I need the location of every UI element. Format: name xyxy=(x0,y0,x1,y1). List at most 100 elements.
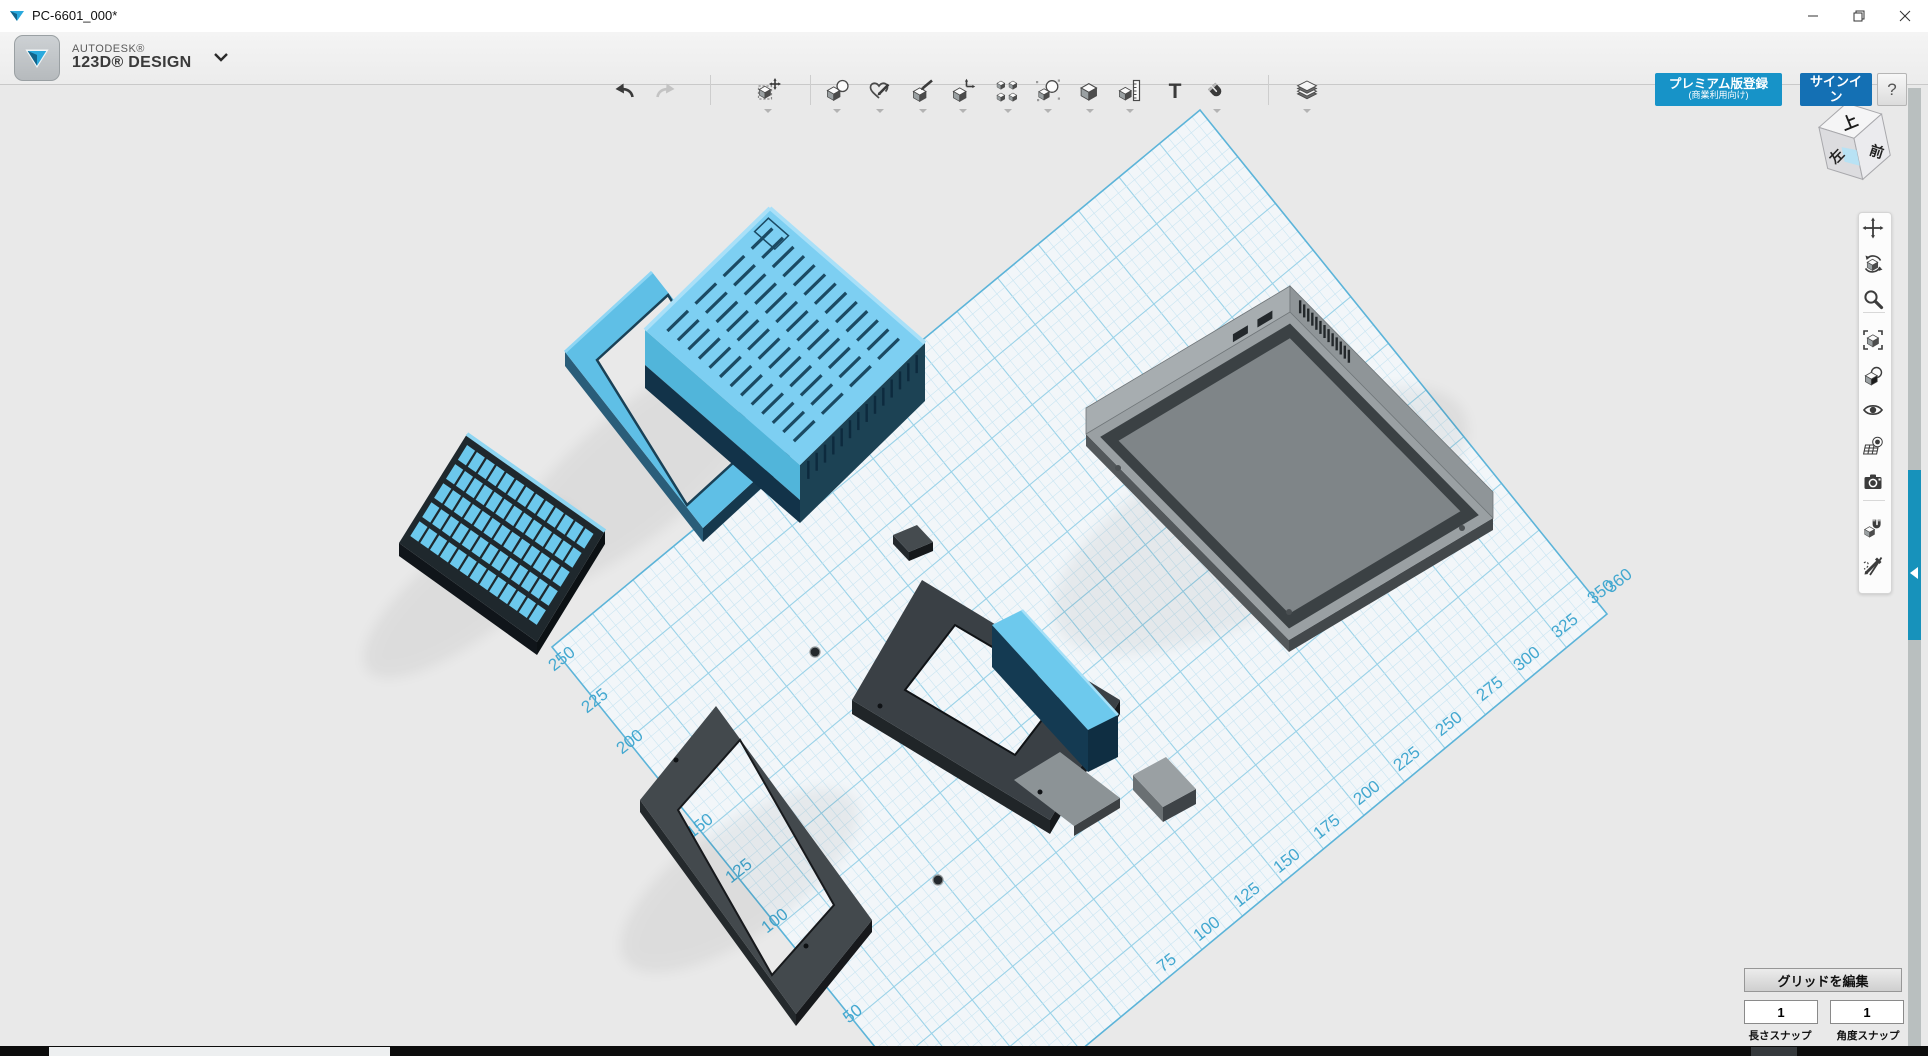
palette-divider xyxy=(1863,500,1885,501)
close-button[interactable] xyxy=(1882,0,1928,32)
help-button[interactable]: ? xyxy=(1877,73,1907,106)
restore-icon xyxy=(1853,10,1865,22)
viewport-canvas[interactable]: 2502252001751501251007550360350325300275… xyxy=(0,84,1928,1056)
taskbar[interactable] xyxy=(0,1046,1928,1056)
toolbar-tool-materials[interactable] xyxy=(1290,74,1324,108)
toolbar-tool-sketch[interactable] xyxy=(863,74,897,108)
toggle-sketch-icon xyxy=(1862,555,1884,577)
toolbar-tool-group-dropdown[interactable] xyxy=(1044,109,1052,113)
toolbar-divider xyxy=(1268,75,1269,105)
palette-tool-materials[interactable] xyxy=(1862,365,1886,389)
toolbar-tool-measure-dropdown[interactable] xyxy=(1126,109,1134,113)
orbit-icon xyxy=(1862,253,1884,275)
pattern-icon xyxy=(995,78,1021,104)
minimize-button[interactable] xyxy=(1790,0,1836,32)
right-panel-strip xyxy=(1908,88,1921,1046)
palette-tool-show-grid[interactable] xyxy=(1862,435,1886,459)
minimize-icon xyxy=(1807,10,1819,22)
toolbar-tool-construct[interactable] xyxy=(906,74,940,108)
toolbar-tool-snap[interactable] xyxy=(1200,74,1234,108)
toolbar-tool-materials-dropdown[interactable] xyxy=(1303,109,1311,113)
length-snap-input[interactable] xyxy=(1744,1000,1818,1024)
toolbar-tool-construct-dropdown[interactable] xyxy=(919,109,927,113)
edit-grid-button[interactable]: グリッドを編集 xyxy=(1744,968,1902,992)
palette-tool-show-hide[interactable] xyxy=(1862,399,1886,423)
materials-icon xyxy=(1862,365,1884,387)
toolbar-tool-combine[interactable] xyxy=(1073,74,1107,108)
toolbar-tool-undo[interactable] xyxy=(608,74,642,108)
palette-tool-toggle-sketch[interactable] xyxy=(1862,555,1886,579)
toolbar-tool-primitives[interactable] xyxy=(820,74,854,108)
toolbar-tool-pattern[interactable] xyxy=(991,74,1025,108)
premium-signup-button[interactable]: プレミアム版登録 (商業利用向け) xyxy=(1655,73,1782,106)
screenshot-icon xyxy=(1862,471,1884,493)
palette-tool-zoom[interactable] xyxy=(1862,288,1886,312)
palette-tool-pan[interactable] xyxy=(1862,217,1886,241)
premium-sublabel: (商業利用向け) xyxy=(1689,91,1749,101)
palette-tool-fit-view[interactable] xyxy=(1862,329,1886,353)
toolbar-tool-modify-dropdown[interactable] xyxy=(959,109,967,113)
show-hide-icon xyxy=(1862,399,1884,421)
length-snap-label: 長さスナップ xyxy=(1744,1028,1816,1043)
navigation-palette xyxy=(1858,212,1892,594)
scene-part-screw-rear[interactable] xyxy=(933,875,943,885)
toolbar-tool-primitives-dropdown[interactable] xyxy=(833,109,841,113)
signin-button[interactable]: サインイン xyxy=(1800,73,1872,106)
brand-line2: 123D® DESIGN xyxy=(72,55,191,72)
toolbar-tool-measure[interactable] xyxy=(1113,74,1147,108)
combine-icon xyxy=(1077,78,1103,104)
palette-tool-screenshot[interactable] xyxy=(1862,471,1886,495)
snap-icon xyxy=(1204,78,1230,104)
app-icon xyxy=(9,8,25,24)
svg-text:T: T xyxy=(1169,80,1182,103)
taskbar-search-segment[interactable] xyxy=(49,1047,390,1056)
measure-icon xyxy=(1117,78,1143,104)
zoom-icon xyxy=(1862,288,1884,310)
toolbar-tool-redo[interactable] xyxy=(648,74,682,108)
app-menu[interactable]: AUTODESK® 123D® DESIGN xyxy=(14,35,229,81)
chevron-down-icon xyxy=(213,52,229,64)
primitives-icon xyxy=(824,78,850,104)
main-toolbar: AUTODESK® 123D® DESIGN T プレミアム版登録 (商業利用向… xyxy=(0,32,1928,85)
redo-icon xyxy=(652,78,678,104)
window-title: PC-6601_000* xyxy=(32,8,117,23)
restore-button[interactable] xyxy=(1836,0,1882,32)
snap-icon xyxy=(1862,517,1884,539)
toolbar-tool-snap-dropdown[interactable] xyxy=(1213,109,1221,113)
angle-snap-label: 角度スナップ xyxy=(1832,1028,1904,1043)
toolbar-divider xyxy=(810,75,811,105)
transform-icon xyxy=(755,78,781,104)
toolbar-tool-combine-dropdown[interactable] xyxy=(1086,109,1094,113)
toolbar-tool-transform-dropdown[interactable] xyxy=(764,109,772,113)
app-window: PC-6601_000* AUTODESK® xyxy=(0,0,1928,1056)
palette-tool-orbit[interactable] xyxy=(1862,253,1886,277)
close-icon xyxy=(1899,10,1911,22)
taskbar-tray-segment[interactable] xyxy=(1751,1047,1797,1056)
scene-part-screw-front[interactable] xyxy=(810,647,820,657)
panel-collapse-arrow[interactable] xyxy=(1910,567,1918,579)
modify-icon xyxy=(950,78,976,104)
undo-icon xyxy=(612,78,638,104)
toolbar-tool-text[interactable]: T xyxy=(1158,74,1192,108)
angle-snap-input[interactable] xyxy=(1830,1000,1904,1024)
group-icon xyxy=(1035,78,1061,104)
title-bar: PC-6601_000* xyxy=(0,0,1928,32)
palette-divider xyxy=(1863,312,1885,313)
signin-label: サインイン xyxy=(1806,75,1866,104)
view-cube[interactable]: 上 左 前 xyxy=(1813,96,1899,192)
toolbar-divider xyxy=(710,75,711,105)
sketch-icon xyxy=(867,78,893,104)
fit-view-icon xyxy=(1862,329,1884,351)
palette-tool-snap[interactable] xyxy=(1862,517,1886,541)
construct-icon xyxy=(910,78,936,104)
autodesk-123d-logo xyxy=(14,35,60,81)
toolbar-tool-sketch-dropdown[interactable] xyxy=(876,109,884,113)
toolbar-tool-modify[interactable] xyxy=(946,74,980,108)
toolbar-tool-pattern-dropdown[interactable] xyxy=(1004,109,1012,113)
text-icon: T xyxy=(1162,78,1188,104)
right-panel-strip-active[interactable] xyxy=(1908,470,1921,640)
grid-settings-panel: グリッドを編集 長さスナップ 角度スナップ xyxy=(1744,968,1904,1043)
show-grid-icon xyxy=(1862,435,1884,457)
toolbar-tool-transform[interactable] xyxy=(751,74,785,108)
toolbar-tool-group[interactable] xyxy=(1031,74,1065,108)
